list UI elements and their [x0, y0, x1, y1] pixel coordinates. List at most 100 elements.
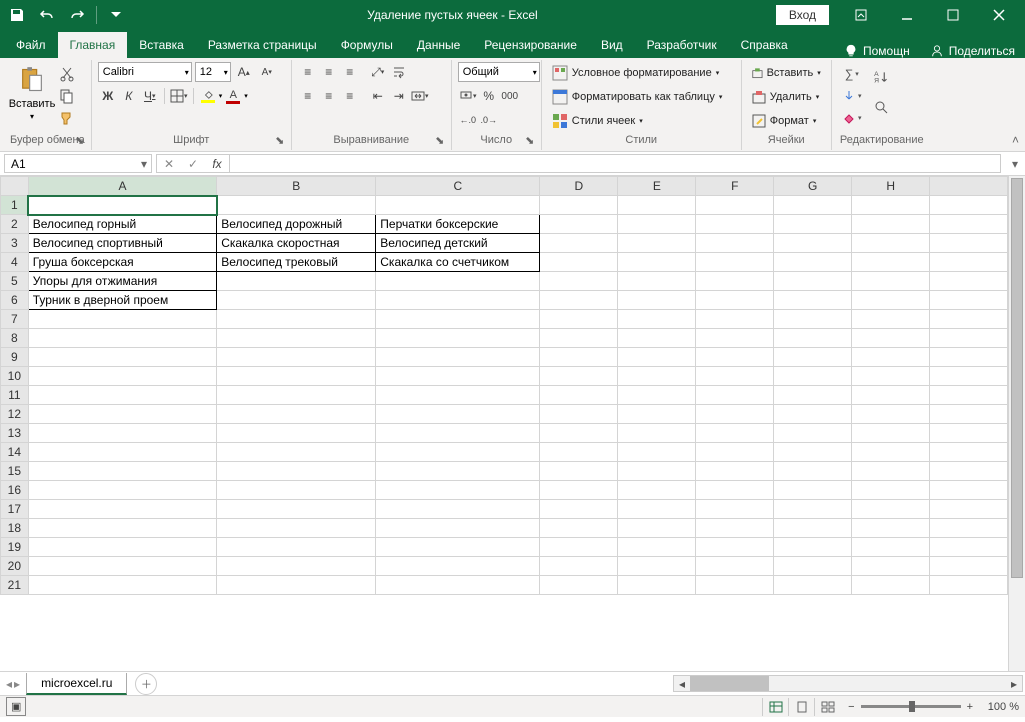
cell[interactable] — [217, 538, 376, 557]
cell[interactable] — [376, 329, 540, 348]
cell-C2[interactable]: Перчатки боксерские — [376, 215, 540, 234]
cell[interactable] — [852, 329, 930, 348]
insert-cells-button[interactable]: Вставить▾ — [748, 62, 825, 84]
cell[interactable] — [696, 462, 774, 481]
cell[interactable] — [930, 519, 1008, 538]
cell[interactable] — [696, 576, 774, 595]
align-top-icon[interactable]: ≡ — [298, 62, 318, 82]
qat-customize-icon[interactable] — [103, 3, 129, 27]
cell[interactable] — [618, 576, 696, 595]
cell-styles-button[interactable]: Стили ячеек▾ — [548, 110, 735, 132]
cancel-formula-icon[interactable]: ✕ — [157, 157, 181, 171]
cell[interactable] — [930, 500, 1008, 519]
sort-filter-icon[interactable]: AЯ — [868, 68, 896, 88]
cell[interactable] — [696, 500, 774, 519]
align-right-icon[interactable]: ≡ — [340, 86, 360, 106]
cell[interactable] — [852, 424, 930, 443]
select-all-button[interactable] — [1, 177, 29, 196]
cell[interactable] — [217, 272, 376, 291]
sheet-tab-1[interactable]: microexcel.ru — [26, 673, 127, 695]
cell[interactable] — [930, 576, 1008, 595]
signin-button[interactable]: Вход — [776, 5, 829, 25]
cell[interactable] — [28, 481, 217, 500]
cell[interactable] — [376, 367, 540, 386]
row-header-9[interactable]: 9 — [1, 348, 29, 367]
cell[interactable] — [852, 538, 930, 557]
cell[interactable] — [930, 481, 1008, 500]
ribbon-display-icon[interactable] — [839, 1, 883, 29]
cell[interactable] — [852, 234, 930, 253]
format-painter-icon[interactable] — [56, 108, 78, 128]
cell[interactable] — [696, 557, 774, 576]
cell[interactable] — [217, 367, 376, 386]
cell[interactable] — [852, 348, 930, 367]
cell[interactable] — [696, 196, 774, 215]
cell[interactable] — [930, 310, 1008, 329]
col-header-D[interactable]: D — [540, 177, 618, 196]
cell[interactable] — [540, 272, 618, 291]
cell[interactable] — [930, 196, 1008, 215]
comma-format-icon[interactable]: 000 — [500, 86, 520, 106]
cell[interactable] — [696, 519, 774, 538]
cell[interactable] — [618, 348, 696, 367]
name-box[interactable]: A1▾ — [4, 154, 152, 173]
cell[interactable] — [217, 291, 376, 310]
cell[interactable] — [376, 443, 540, 462]
cell-A1[interactable] — [28, 196, 217, 215]
number-launcher-icon[interactable]: ⬊ — [523, 134, 537, 148]
horizontal-scrollbar[interactable]: ◂ ▸ — [673, 675, 1023, 692]
cell[interactable] — [852, 215, 930, 234]
row-header-3[interactable]: 3 — [1, 234, 29, 253]
cell[interactable] — [852, 386, 930, 405]
cell[interactable] — [774, 253, 852, 272]
cell[interactable] — [696, 443, 774, 462]
align-left-icon[interactable]: ≡ — [298, 86, 318, 106]
cell[interactable] — [540, 348, 618, 367]
find-select-icon[interactable] — [868, 98, 896, 118]
cell[interactable] — [28, 386, 217, 405]
cell[interactable] — [618, 196, 696, 215]
hscroll-left-icon[interactable]: ◂ — [674, 677, 690, 691]
cell-A5[interactable]: Упоры для отжимания — [28, 272, 217, 291]
tab-file[interactable]: Файл — [4, 32, 58, 58]
increase-decimal-icon[interactable]: ←.0 — [458, 110, 478, 130]
cell[interactable] — [930, 291, 1008, 310]
row-header-21[interactable]: 21 — [1, 576, 29, 595]
cell[interactable] — [28, 500, 217, 519]
border-button[interactable]: ▾ — [169, 86, 189, 106]
cell[interactable] — [540, 386, 618, 405]
row-header-18[interactable]: 18 — [1, 519, 29, 538]
cell[interactable] — [774, 576, 852, 595]
cell[interactable] — [540, 538, 618, 557]
cell[interactable] — [376, 500, 540, 519]
cell[interactable] — [217, 443, 376, 462]
record-macro-icon[interactable]: ▣ — [6, 697, 26, 716]
cell[interactable] — [540, 405, 618, 424]
cell[interactable] — [376, 196, 540, 215]
cell[interactable] — [618, 557, 696, 576]
col-header-C[interactable]: C — [376, 177, 540, 196]
cell[interactable] — [930, 386, 1008, 405]
underline-button[interactable]: Ч▾ — [140, 86, 160, 106]
bold-button[interactable]: Ж — [98, 86, 118, 106]
cell[interactable] — [217, 329, 376, 348]
row-header-15[interactable]: 15 — [1, 462, 29, 481]
cell[interactable] — [28, 519, 217, 538]
cell[interactable] — [540, 234, 618, 253]
cell[interactable] — [217, 310, 376, 329]
cell[interactable] — [930, 443, 1008, 462]
cell[interactable] — [774, 481, 852, 500]
cell[interactable] — [852, 443, 930, 462]
cell[interactable] — [774, 462, 852, 481]
zoom-level[interactable]: 100 % — [979, 701, 1019, 713]
view-page-break-icon[interactable] — [814, 698, 840, 716]
cell[interactable] — [217, 405, 376, 424]
cell[interactable] — [28, 348, 217, 367]
col-header-blank[interactable] — [930, 177, 1008, 196]
cell[interactable] — [774, 348, 852, 367]
redo-icon[interactable] — [64, 3, 90, 27]
row-header-11[interactable]: 11 — [1, 386, 29, 405]
font-size-select[interactable]: 12▾ — [195, 62, 231, 82]
cell[interactable] — [774, 500, 852, 519]
cell[interactable] — [376, 557, 540, 576]
